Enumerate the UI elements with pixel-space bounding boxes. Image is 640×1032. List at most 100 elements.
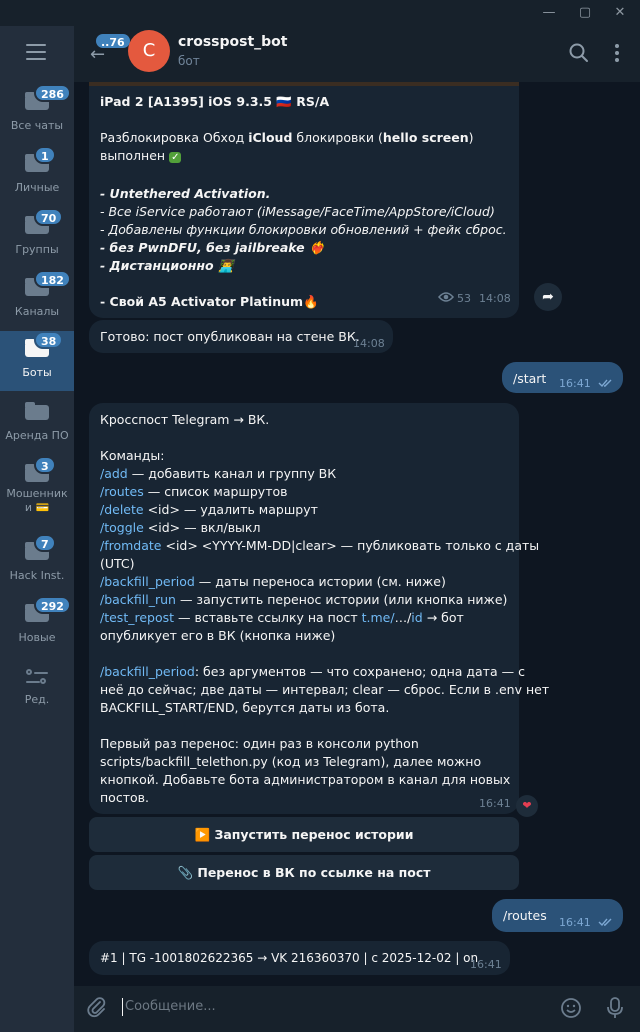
message-text: #1 | TG -1001802622365 → VK 216360370 | … (100, 951, 479, 965)
folder-label: Аренда ПО (5, 429, 69, 442)
command-link[interactable]: /backfill_period (100, 664, 195, 679)
unread-badge: 38 (34, 331, 64, 349)
help-line: /toggle <id> — вкл/выкл (100, 520, 261, 535)
repost-by-link-button[interactable]: 📎 Перенос в ВК по ссылке на пост (89, 855, 519, 890)
message-time: 14:08 (353, 337, 385, 350)
folder-hack-inst[interactable]: 7 Hack Inst. (0, 534, 74, 594)
unread-badge: 70 (34, 208, 64, 226)
help-line: неё до сейчас; две даты — интервал; clea… (100, 682, 550, 697)
more-vertical-icon[interactable] (606, 42, 628, 64)
folder-all-chats[interactable]: 286 Все чаты (0, 84, 74, 144)
command-link[interactable]: /toggle (100, 520, 144, 535)
command-link[interactable]: /fromdate (100, 538, 162, 553)
post-line: - Все iService работают (iMessage/FaceTi… (100, 204, 495, 219)
folder-label: Личные (14, 181, 60, 194)
unread-badge: 3 (34, 456, 56, 474)
message-help[interactable]: Кросспост Telegram → ВК. Команды: /add —… (89, 403, 550, 814)
minimize-button[interactable]: — (540, 4, 558, 22)
unread-badge: 286 (34, 84, 71, 102)
help-line: /add — добавить канал и группу ВК (100, 466, 337, 481)
command-link[interactable]: /test_repost (100, 610, 174, 625)
help-line: /delete <id> — удалить маршрут (100, 502, 318, 517)
post-line: - Untethered Activation. (100, 186, 271, 201)
folder-label: Hack Inst. (9, 569, 65, 582)
message-text: Готово: пост опубликован на стене ВК. (100, 329, 360, 344)
message-time: 16:41 (470, 958, 502, 971)
help-line: /backfill_period: без аргументов — что с… (100, 664, 525, 679)
url-link[interactable]: id (411, 610, 422, 625)
post-line: iPad 2 [A1395] iOS 9.3.5 🇷🇺 RS/A (100, 94, 330, 109)
unread-badge: 7 (34, 534, 56, 552)
attach-paperclip-icon[interactable] (86, 996, 108, 1018)
help-line: BACKFILL_START/END, берутся даты из бота… (100, 700, 390, 715)
help-line: Команды: (100, 448, 165, 463)
text-caret (122, 998, 123, 1016)
message-routes-command[interactable]: /routes 16:41 (492, 899, 623, 932)
folder-label: Ред. (24, 693, 50, 706)
folder-personal[interactable]: 1 Личные (0, 146, 74, 206)
help-line: кнопкой. Добавьте бота администратором в… (100, 772, 511, 787)
unread-badge: 1 (34, 146, 56, 164)
folder-label: Мошенник и 💳 (6, 487, 68, 514)
edit-folders-button[interactable]: Ред. (0, 658, 74, 718)
chat-header: ← ..76 C crosspost_bot бот (74, 26, 640, 82)
message-routes-result[interactable]: #1 | TG -1001802622365 → VK 216360370 | … (89, 941, 510, 975)
unread-badge: 182 (34, 270, 71, 288)
avatar[interactable]: C (128, 30, 170, 72)
menu-icon[interactable] (26, 44, 46, 60)
folder-label: Все чаты (10, 119, 64, 132)
maximize-button[interactable]: ▢ (576, 4, 594, 22)
photo-preview[interactable] (89, 82, 519, 86)
check-mark-icon: ✓ (169, 152, 182, 163)
chat-title[interactable]: crosspost_bot (178, 34, 287, 50)
heart-reaction-icon[interactable]: ❤ (516, 795, 538, 817)
command-link[interactable]: /backfill_run (100, 592, 176, 607)
message-published[interactable]: Готово: пост опубликован на стене ВК. 14… (89, 320, 393, 353)
double-check-icon (598, 379, 612, 388)
close-window-button[interactable]: ✕ (611, 4, 629, 22)
folder-new[interactable]: 292 Новые (0, 596, 74, 656)
post-line: - Дистанционно 👨‍💻 (100, 258, 234, 273)
folder-bots[interactable]: 38 Боты (0, 331, 74, 391)
command-link[interactable]: /add (100, 466, 128, 481)
command-link[interactable]: /delete (100, 502, 144, 517)
message-text: /routes (503, 908, 547, 923)
folder-label: Группы (15, 243, 59, 256)
message-post[interactable]: iPad 2 [A1395] iOS 9.3.5 🇷🇺 RS/A Разблок… (89, 82, 519, 318)
forward-icon[interactable]: ➦ (534, 283, 562, 311)
help-line: /backfill_period — даты переноса истории… (100, 574, 446, 589)
message-composer: Сообщение... (74, 986, 640, 1032)
message-time: 16:41 (479, 797, 511, 810)
url-link[interactable]: t.me/ (362, 610, 395, 625)
message-time: 14:08 (479, 292, 511, 305)
chat-status: бот (178, 54, 200, 68)
post-line: - без PwnDFU, без jailbreake ❤️‍🔥 (100, 240, 325, 255)
command-link[interactable]: /routes (100, 484, 144, 499)
window-titlebar: — ▢ ✕ (0, 0, 640, 26)
post-line: Разблокировка Обход iCloud блокировки (h… (100, 130, 474, 145)
folder-software-rent[interactable]: Аренда ПО (0, 394, 74, 454)
folder-label: Новые (18, 631, 56, 644)
help-line: /fromdate <id> <YYYY-MM-DD|clear> — публ… (100, 538, 540, 553)
message-input[interactable]: Сообщение... (125, 999, 216, 1014)
search-icon[interactable] (568, 42, 590, 64)
command-link[interactable]: /backfill_period (100, 574, 195, 589)
double-check-icon (598, 918, 612, 927)
emoji-icon[interactable] (560, 997, 582, 1019)
help-line: Первый раз перенос: один раз в консоли p… (100, 736, 419, 751)
folder-label: Каналы (14, 305, 60, 318)
run-backfill-button[interactable]: ▶️ Запустить перенос истории (89, 817, 519, 852)
unread-badge: 292 (34, 596, 71, 614)
help-line: /backfill_run — запустить перенос истори… (100, 592, 508, 607)
folder-sidebar: 286 Все чаты 1 Личные 70 Группы 182 Кана… (0, 26, 74, 1032)
microphone-icon[interactable] (604, 996, 626, 1020)
help-line: опубликует его в ВК (кнопка ниже) (100, 628, 336, 643)
settings-sliders-icon (26, 668, 48, 686)
folder-groups[interactable]: 70 Группы (0, 208, 74, 268)
message-start-command[interactable]: /start 16:41 (502, 362, 623, 393)
help-line: /routes — список маршрутов (100, 484, 288, 499)
folder-channels[interactable]: 182 Каналы (0, 270, 74, 330)
folder-scammers[interactable]: 3 Мошенник и 💳 (0, 456, 74, 516)
message-list[interactable]: iPad 2 [A1395] iOS 9.3.5 🇷🇺 RS/A Разблок… (74, 82, 640, 986)
message-time: 16:41 (559, 377, 591, 390)
